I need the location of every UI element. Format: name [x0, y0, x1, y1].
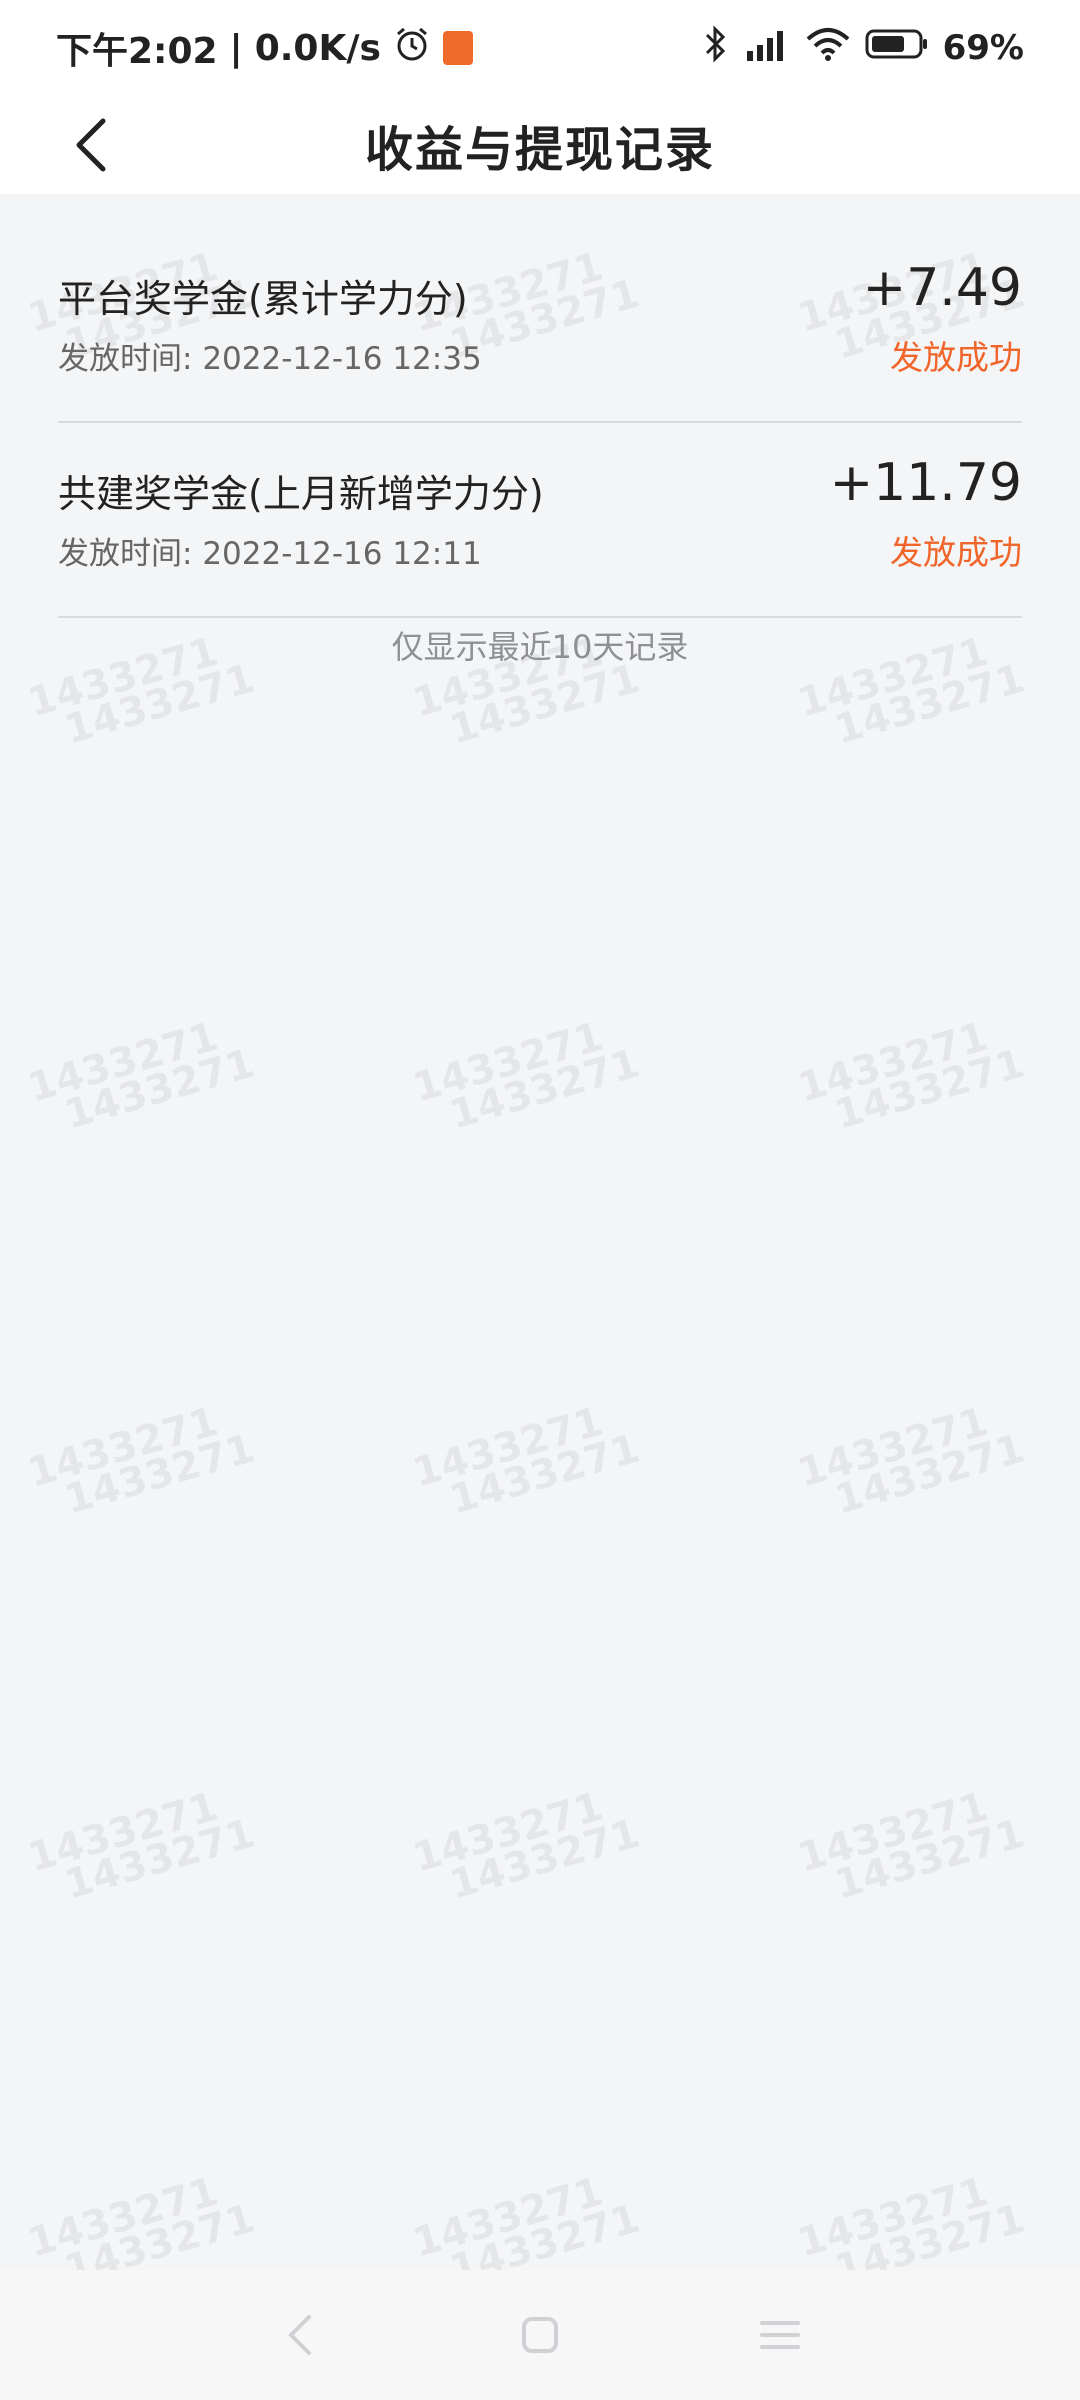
nav-menu-icon: [760, 2321, 800, 2349]
system-nav-bar: [0, 2270, 1080, 2400]
record-time: 发放时间: 2022-12-16 12:11: [58, 528, 482, 573]
nav-menu-button[interactable]: [750, 2305, 810, 2365]
record-status: 发放成功: [890, 338, 1022, 377]
watermark: 1433271 1433271: [23, 1013, 260, 1147]
record-title: 平台奖学金(累计学力分): [58, 277, 468, 321]
watermark: 1433271 1433271: [408, 1783, 645, 1917]
records-list: 平台奖学金(累计学力分) 发放时间: 2022-12-16 12:35 +7.4…: [58, 228, 1022, 618]
wifi-icon: [805, 25, 851, 72]
record-amount: +7.49: [862, 258, 1022, 318]
status-separator: |: [229, 27, 243, 69]
watermark: 1433271 1433271: [793, 1398, 1030, 1532]
nav-back-icon: [288, 2315, 311, 2355]
record-title: 共建奖学金(上月新增学力分): [58, 472, 544, 516]
record-time-label: 发放时间:: [58, 536, 193, 572]
watermark: 1433271 1433271: [23, 1398, 260, 1532]
record-row[interactable]: 共建奖学金(上月新增学力分) 发放时间: 2022-12-16 12:11 +1…: [58, 423, 1022, 618]
record-time: 发放时间: 2022-12-16 12:35: [58, 333, 482, 378]
signal-icon: [743, 25, 791, 72]
battery-icon: [865, 27, 929, 70]
record-amount: +11.79: [829, 453, 1022, 513]
bluetooth-icon: [703, 24, 729, 73]
record-time-value: 2022-12-16 12:35: [202, 341, 482, 377]
page-title: 收益与提现记录: [364, 122, 715, 178]
back-button[interactable]: [56, 110, 126, 180]
watermark: 1433271 1433271: [793, 1783, 1030, 1917]
watermark: 1433271 1433271: [793, 1013, 1030, 1147]
page-header: 收益与提现记录: [0, 96, 1080, 194]
record-time-label: 发放时间:: [58, 341, 193, 377]
record-time-value: 2022-12-16 12:11: [202, 536, 482, 572]
watermark: 1433271 1433271: [408, 1013, 645, 1147]
record-row[interactable]: 平台奖学金(累计学力分) 发放时间: 2022-12-16 12:35 +7.4…: [58, 228, 1022, 423]
back-arrow-icon: [76, 118, 106, 172]
network-speed: 0.0K/s: [254, 27, 381, 69]
nav-back-button[interactable]: [270, 2305, 330, 2365]
nav-home-icon: [522, 2317, 558, 2353]
nav-home-button[interactable]: [510, 2305, 570, 2365]
record-status: 发放成功: [890, 533, 1022, 572]
watermark: 1433271 1433271: [23, 1783, 260, 1917]
app-notification-icon: [442, 31, 473, 65]
records-footnote: 仅显示最近10天记录: [391, 628, 689, 666]
watermark: 1433271 1433271: [408, 1398, 645, 1532]
battery-percent: 69%: [942, 28, 1024, 68]
status-time: 下午2:02: [56, 31, 218, 72]
alarm-icon: [393, 25, 431, 72]
status-bar: 下午2:02 | 0.0K/s 69%: [0, 0, 1080, 96]
